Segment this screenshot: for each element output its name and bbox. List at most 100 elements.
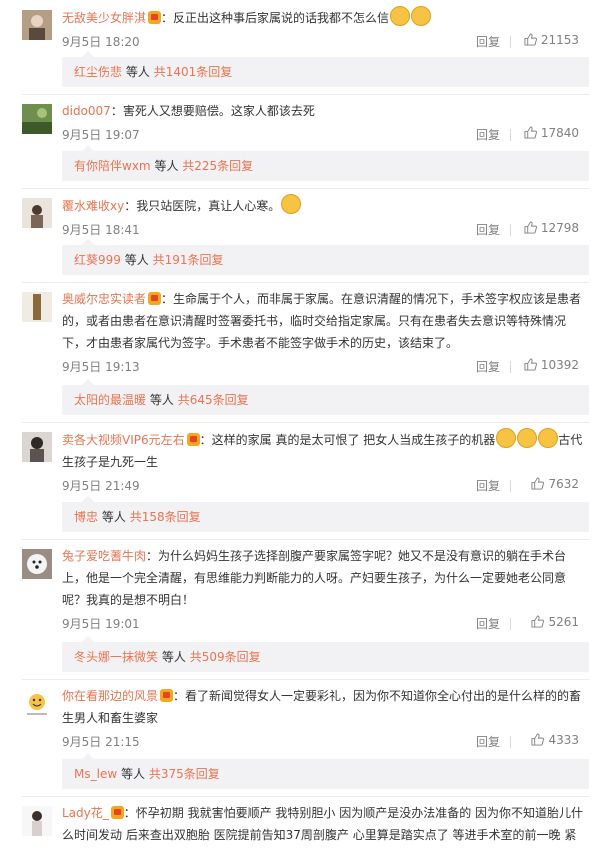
sub-reply-user[interactable]: 冬头娜一抹微笑 bbox=[74, 650, 158, 664]
username-link[interactable]: 你在看那边的风景 bbox=[62, 689, 158, 703]
divider bbox=[22, 94, 589, 95]
username-link[interactable]: 奥威尔忠实读者 bbox=[62, 292, 146, 306]
sub-replies[interactable]: 太阳的最温暖 等人 共645条回复 bbox=[62, 379, 589, 415]
timestamp: 9月5日 18:41 bbox=[62, 223, 140, 237]
vip-crown-icon bbox=[148, 11, 162, 24]
thumbs-up-icon bbox=[531, 733, 545, 746]
thumbs-up-icon bbox=[531, 477, 545, 490]
sub-reply-count[interactable]: 共191条回复 bbox=[153, 253, 224, 267]
avatar[interactable] bbox=[22, 292, 52, 322]
divider bbox=[22, 282, 589, 283]
avatar[interactable] bbox=[22, 198, 52, 228]
avatar[interactable] bbox=[22, 432, 52, 462]
like-count: 5261 bbox=[548, 615, 579, 629]
sub-reply-user[interactable]: 有你陪伴wxm bbox=[74, 159, 151, 173]
like-count: 10392 bbox=[540, 358, 579, 372]
emoji-icon bbox=[496, 428, 517, 448]
sub-replies[interactable]: 博忠 等人 共158条回复 bbox=[62, 496, 589, 532]
like-button[interactable]: 10392 bbox=[524, 358, 579, 372]
thumbs-up-icon bbox=[531, 615, 545, 628]
divider bbox=[510, 361, 511, 373]
reply-button[interactable]: 回复 bbox=[476, 733, 500, 750]
username-link[interactable]: dido007 bbox=[62, 104, 111, 118]
divider bbox=[510, 736, 511, 748]
avatar[interactable] bbox=[22, 689, 52, 719]
sub-reply-label: 等人 bbox=[101, 510, 126, 524]
like-button[interactable]: 12798 bbox=[524, 221, 579, 235]
sub-replies[interactable]: 红葵999 等人 共191条回复 bbox=[62, 239, 589, 275]
comment-meta: 9月5日 19:07 回复 17840 bbox=[62, 126, 589, 144]
timestamp: 9月5日 21:15 bbox=[62, 735, 140, 749]
sub-reply-label: 等人 bbox=[149, 393, 174, 407]
like-count: 12798 bbox=[540, 221, 579, 235]
timestamp: 9月5日 18:20 bbox=[62, 35, 140, 49]
username-link[interactable]: 覆水难收xy bbox=[62, 199, 124, 213]
like-count: 17840 bbox=[540, 126, 579, 140]
sub-reply-label: 等人 bbox=[120, 767, 145, 781]
like-count: 21153 bbox=[540, 33, 579, 47]
comment-meta: 9月5日 19:01 回复 5261 bbox=[62, 615, 589, 633]
avatar[interactable] bbox=[22, 10, 52, 40]
like-count: 4333 bbox=[548, 733, 579, 747]
sub-reply-user[interactable]: Ms_lew bbox=[74, 767, 117, 781]
username-link[interactable]: 兔子爱吃蓍牛肉 bbox=[62, 549, 146, 563]
comment-text: ：我只站医院，真让人心寒。 bbox=[124, 199, 281, 213]
divider bbox=[510, 618, 511, 630]
sub-reply-user[interactable]: 红尘伤悲 bbox=[74, 65, 122, 79]
like-count: 7632 bbox=[548, 477, 579, 491]
sub-reply-count[interactable]: 共158条回复 bbox=[130, 510, 201, 524]
username-link[interactable]: 无敌美少女胖淇 bbox=[62, 11, 146, 25]
comment-meta: 9月5日 18:20 回复 21153 bbox=[62, 33, 589, 51]
sub-reply-label: 等人 bbox=[125, 65, 150, 79]
avatar[interactable] bbox=[22, 806, 52, 836]
divider bbox=[22, 422, 589, 423]
divider bbox=[510, 480, 511, 492]
avatar[interactable] bbox=[22, 104, 52, 134]
comment-meta: 9月5日 21:15 回复 4333 bbox=[62, 733, 589, 751]
avatar[interactable] bbox=[22, 549, 52, 579]
vip-crown-icon bbox=[110, 806, 124, 819]
like-button[interactable]: 21153 bbox=[524, 33, 579, 47]
sub-reply-label: 等人 bbox=[161, 650, 186, 664]
comment-text: ：反正出这种事后家属说的话我都不怎么信 bbox=[161, 11, 390, 25]
comment-text: ：怀孕初期 我就害怕要顺产 我特别胆小 因为顺产是没办法准备的 因为你不知道胎儿… bbox=[62, 806, 584, 842]
emoji-icon bbox=[538, 428, 559, 448]
thumbs-up-icon bbox=[524, 358, 537, 371]
comment-meta: 9月5日 21:49 回复 7632 bbox=[62, 477, 589, 495]
divider bbox=[22, 679, 589, 680]
thumbs-up-icon bbox=[524, 221, 537, 234]
username-link[interactable]: 卖各大视频VIP6元左右 bbox=[62, 433, 185, 447]
comment-text: ：这样的家属 真的是太可恨了 把女人当成生孩子的机器 bbox=[199, 433, 496, 447]
sub-replies[interactable]: 冬头娜一抹微笑 等人 共509条回复 bbox=[62, 636, 589, 672]
reply-button[interactable]: 回复 bbox=[476, 33, 500, 50]
thumbs-up-icon bbox=[524, 126, 537, 139]
timestamp: 9月5日 19:13 bbox=[62, 360, 140, 374]
reply-button[interactable]: 回复 bbox=[476, 615, 500, 632]
sub-replies[interactable]: Ms_lew 等人 共375条回复 bbox=[62, 753, 589, 789]
sub-reply-count[interactable]: 共375条回复 bbox=[149, 767, 220, 781]
reply-button[interactable]: 回复 bbox=[476, 358, 500, 375]
sub-replies[interactable]: 红尘伤悲 等人 共1401条回复 bbox=[62, 51, 589, 87]
emoji-icon bbox=[281, 194, 302, 214]
reply-button[interactable]: 回复 bbox=[476, 477, 500, 494]
sub-reply-count[interactable]: 共509条回复 bbox=[190, 650, 261, 664]
sub-reply-user[interactable]: 红葵999 bbox=[74, 253, 121, 267]
divider bbox=[22, 188, 589, 189]
reply-button[interactable]: 回复 bbox=[476, 221, 500, 238]
sub-reply-user[interactable]: 太阳的最温暖 bbox=[74, 393, 146, 407]
reply-button[interactable]: 回复 bbox=[476, 126, 500, 143]
comment-text: ：害死人又想要赔偿。这家人都该去死 bbox=[110, 104, 315, 118]
like-button[interactable]: 7632 bbox=[531, 477, 579, 491]
sub-reply-label: 等人 bbox=[154, 159, 179, 173]
divider bbox=[22, 539, 589, 540]
vip-crown-icon bbox=[148, 292, 162, 305]
like-button[interactable]: 5261 bbox=[531, 615, 579, 629]
like-button[interactable]: 4333 bbox=[531, 733, 579, 747]
sub-reply-user[interactable]: 博忠 bbox=[74, 510, 98, 524]
sub-reply-count[interactable]: 共645条回复 bbox=[178, 393, 249, 407]
sub-replies[interactable]: 有你陪伴wxm 等人 共225条回复 bbox=[62, 145, 589, 181]
sub-reply-count[interactable]: 共1401条回复 bbox=[154, 65, 233, 79]
username-link[interactable]: Lady花_ bbox=[62, 806, 109, 820]
like-button[interactable]: 17840 bbox=[524, 126, 579, 140]
sub-reply-count[interactable]: 共225条回复 bbox=[182, 159, 253, 173]
